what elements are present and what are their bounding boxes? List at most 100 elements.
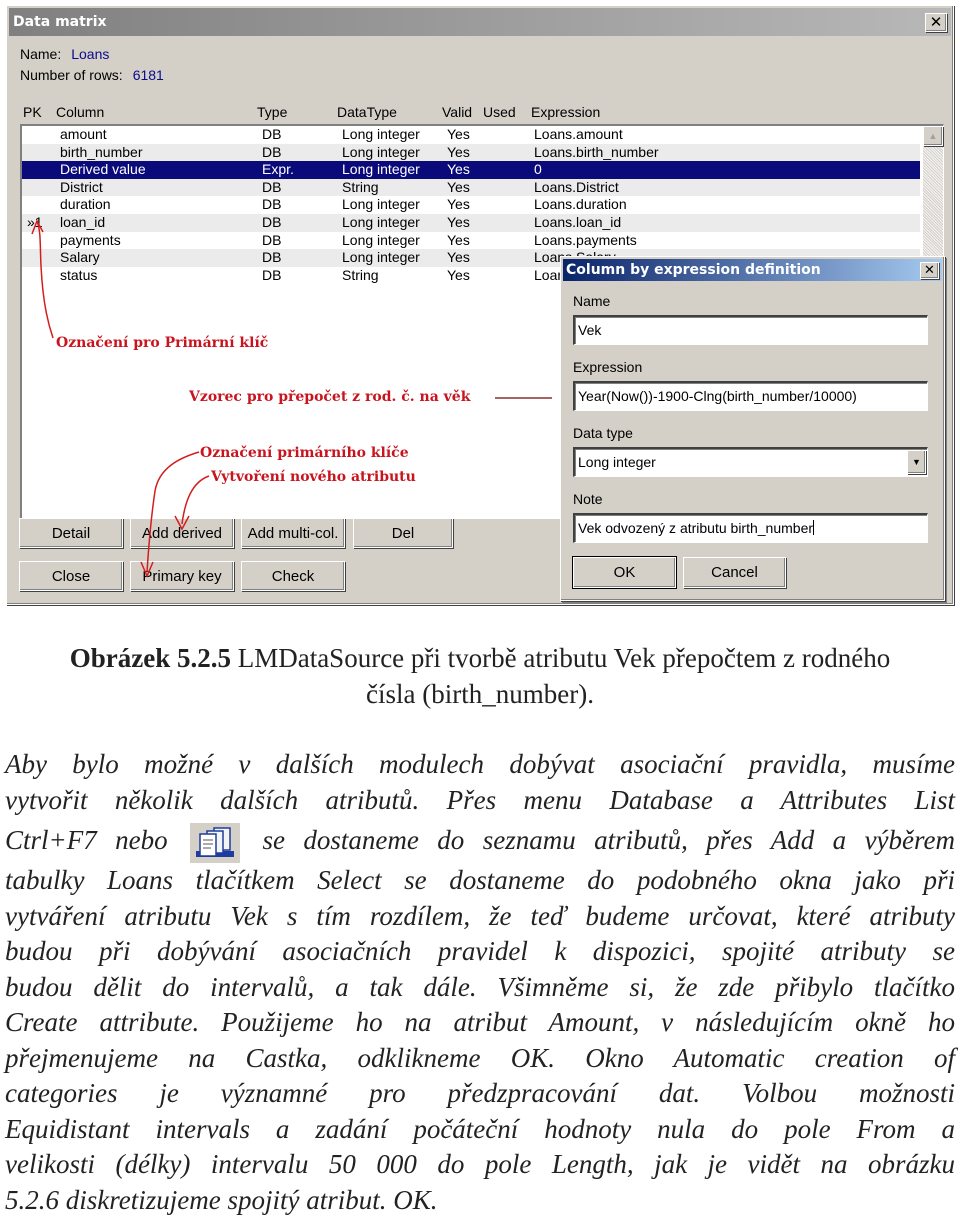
detail-button[interactable]: Detail [19,518,123,548]
cell-valid: Yes [447,249,470,266]
cell-datatype: Long integer [342,231,420,248]
table-row[interactable]: amount DB Long integer Yes Loans.amount [22,126,920,144]
cell-datatype: Long integer [342,214,420,230]
datatype-field-label: Data type [573,425,633,441]
header-valid[interactable]: Valid [442,104,472,120]
paragraph-line: tabulky Loans tlačítkem Select se dostan… [5,865,955,895]
paragraph-line: 5.2.6 diskretizujeme spojitý atribut. OK… [5,1184,438,1215]
expression-dialog: Column by expression definition ✕ Name V… [560,256,945,601]
cell-datatype: String [342,178,379,195]
header-column[interactable]: Column [56,104,104,120]
cell-expression: Loans.birth_number [534,143,659,160]
header-used[interactable]: Used [483,104,516,120]
detail-label: Detail [51,524,91,542]
add-multi-col-button[interactable]: Add multi-col. [241,518,345,548]
close-button[interactable]: Close [19,561,123,591]
cell-type: DB [262,178,282,195]
rows-label: Number of rows: [20,67,123,83]
text-caret [813,520,815,535]
table-row[interactable]: duration DB Long integer Yes Loans.duration [22,196,920,214]
cell-column: District [60,178,103,195]
cell-valid: Yes [447,178,470,195]
cell-expression: Loans.amount [534,126,623,142]
cell-column: birth_number [60,143,143,160]
cell-valid: Yes [447,126,470,142]
paragraph-line: vytvořit několik dalších atributů. Přes … [5,784,955,815]
close-icon[interactable]: ✕ [925,13,947,32]
name-value: Loans [71,46,110,62]
cell-type: DB [262,266,282,283]
del-button[interactable]: Del [353,518,453,548]
shortcut-text: Ctrl+F7 nebo [5,825,168,855]
cell-expression: Loans.loan_id [534,214,622,230]
name-field-label: Name [573,293,611,309]
header-datatype[interactable]: DataType [337,104,397,120]
cell-expression: Loans.duration [534,196,627,213]
paragraph-line: velikosti (délky) intervalu 50 000 do po… [5,1149,955,1179]
cell-column: duration [60,196,111,213]
annotation-pk-button: Označení primárního klíče [200,445,409,461]
header-expression[interactable]: Expression [531,104,600,120]
primary-key-button[interactable]: Primary key [130,561,234,591]
cell-type: DB [262,126,282,142]
add-derived-label: Add derived [141,524,223,542]
header-pk[interactable]: PK [23,104,42,120]
paragraph-line: Aby bylo možné v dalších modulech dobýva… [5,749,955,779]
caption-number: Obrázek 5.2.5 [69,643,231,673]
body-paragraph: Aby bylo možné v dalších modulech dobýva… [5,747,955,1218]
note-field-label: Note [573,491,603,507]
add-derived-button[interactable]: Add derived [130,518,234,548]
row-count-info: Number of rows: 6181 [20,67,164,83]
datatype-select[interactable]: Long integer ▼ [573,447,928,477]
cell-type: Expr. [262,161,294,178]
annotation-formula: Vzorec pro přepočet z rod. č. na věk [189,389,471,405]
cell-valid: Yes [447,161,470,178]
cell-datatype: Long integer [342,161,420,178]
cell-column: payments [60,231,121,248]
note-input[interactable]: Vek odvozený z atributu birth_number [573,513,928,543]
cell-expression: 0 [534,161,542,178]
close-label: Close [51,567,91,585]
ok-button[interactable]: OK [572,556,677,589]
annotation-pk-marker: Označení pro Primární klíč [56,335,269,351]
cell-valid: Yes [447,266,470,283]
annotation-new-attribute: Vytvoření nového atributu [211,469,416,485]
cell-pk: »1 [27,214,43,230]
table-name-info: Name: Loans [20,46,109,62]
name-input[interactable]: Vek [573,315,928,345]
cell-datatype: Long integer [342,249,420,266]
header-type[interactable]: Type [257,104,287,120]
table-row[interactable]: Derived value Expr. Long integer Yes 0 [22,161,920,179]
cancel-button[interactable]: Cancel [683,557,786,588]
check-button[interactable]: Check [241,561,345,591]
primary-key-label: Primary key [142,567,222,585]
close-icon[interactable]: ✕ [920,262,939,279]
table-row[interactable]: »1 loan_id DB Long integer Yes Loans.loan_id [22,214,920,232]
dialog-title-bar[interactable]: Column by expression definition ✕ [563,259,942,281]
expression-input[interactable]: Year(Now())-1900-Clng(birth_number/10000… [573,381,928,411]
cell-valid: Yes [447,196,470,213]
datatype-select-value: Long integer [578,454,656,470]
name-input-value: Vek [578,322,602,338]
note-input-value: Vek odvozený z atributu birth_number [578,520,814,536]
cell-column: Derived value [60,161,146,178]
table-row[interactable]: birth_number DB Long integer Yes Loans.birth… [22,143,920,162]
table-row[interactable]: District DB String Yes Loans.District [22,178,920,197]
cell-valid: Yes [447,214,470,230]
scroll-up-arrow-icon[interactable]: ▲ [923,126,943,146]
chevron-down-icon[interactable]: ▼ [907,450,926,474]
expression-field-label: Expression [573,359,643,375]
cell-type: DB [262,231,282,248]
del-label: Del [391,524,415,542]
cell-type: DB [262,143,282,160]
paragraph-line: categories je významné pro předzpracován… [5,1078,955,1108]
add-multi-col-label: Add multi-col. [247,524,339,542]
paragraph-line: Equidistant intervals a zadání počáteční… [5,1113,955,1144]
cell-expression: Loans.District [534,178,619,195]
window-title-bar[interactable]: Data matrix ✕ [9,8,951,36]
caption-text: LMDataSource při tvorbě atributu Vek pře… [230,643,891,673]
caption-line2: čísla (birth_number). [366,679,594,709]
rows-value: 6181 [132,67,164,83]
table-row[interactable]: payments DB Long integer Yes Loans.payments [22,232,920,250]
paragraph-line-with-icon: Ctrl+F7 nebo se dostaneme do seznamu atr… [5,818,955,863]
